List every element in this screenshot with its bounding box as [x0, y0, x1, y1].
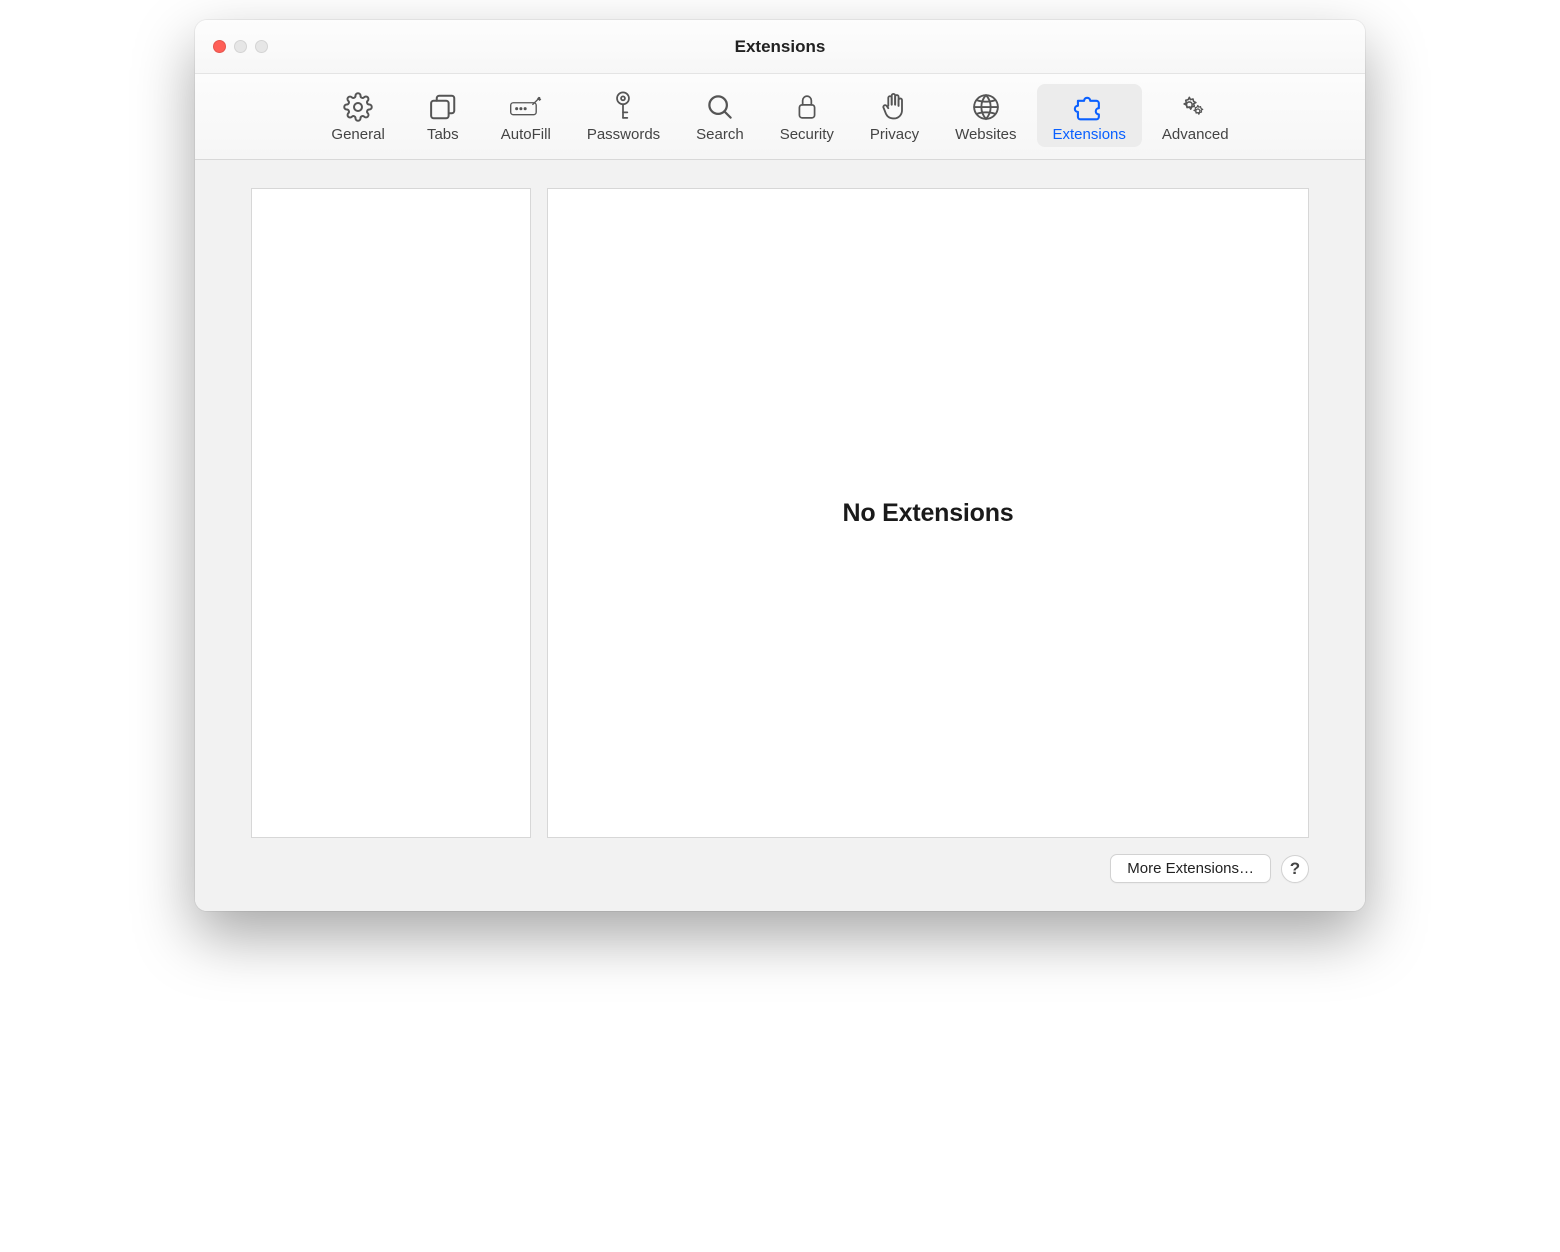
globe-icon — [969, 90, 1003, 124]
window-title: Extensions — [735, 37, 826, 57]
gears-icon — [1178, 90, 1212, 124]
hand-icon — [877, 90, 911, 124]
minimize-window-button[interactable] — [234, 40, 247, 53]
autofill-icon — [509, 90, 543, 124]
traffic-lights — [213, 40, 268, 53]
tab-search[interactable]: Search — [680, 84, 760, 147]
panels: No Extensions — [251, 188, 1309, 838]
tab-websites[interactable]: Websites — [939, 84, 1032, 147]
empty-state-message: No Extensions — [842, 499, 1013, 528]
tab-passwords[interactable]: Passwords — [571, 84, 676, 147]
tab-label: Extensions — [1053, 126, 1126, 143]
preferences-window: Extensions General Tabs AutoFill — [195, 20, 1365, 911]
tab-tabs[interactable]: Tabs — [405, 84, 481, 147]
tab-label: AutoFill — [501, 126, 551, 143]
search-icon — [703, 90, 737, 124]
close-window-button[interactable] — [213, 40, 226, 53]
key-icon — [606, 90, 640, 124]
lock-icon — [790, 90, 824, 124]
tab-autofill[interactable]: AutoFill — [485, 84, 567, 147]
preferences-toolbar: General Tabs AutoFill Passwords — [195, 74, 1365, 160]
extensions-detail-panel: No Extensions — [547, 188, 1309, 838]
tab-security[interactable]: Security — [764, 84, 850, 147]
tab-label: Security — [780, 126, 834, 143]
tab-label: Search — [696, 126, 744, 143]
bottom-row: More Extensions… ? — [251, 838, 1309, 887]
tab-general[interactable]: General — [315, 84, 400, 147]
tab-label: General — [331, 126, 384, 143]
tab-label: Privacy — [870, 126, 919, 143]
tab-advanced[interactable]: Advanced — [1146, 84, 1245, 147]
puzzle-icon — [1072, 90, 1106, 124]
titlebar: Extensions — [195, 20, 1365, 74]
tab-extensions[interactable]: Extensions — [1037, 84, 1142, 147]
tab-privacy[interactable]: Privacy — [854, 84, 935, 147]
tab-label: Passwords — [587, 126, 660, 143]
help-button[interactable]: ? — [1281, 855, 1309, 883]
gear-icon — [341, 90, 375, 124]
zoom-window-button[interactable] — [255, 40, 268, 53]
tab-label: Tabs — [427, 126, 459, 143]
extensions-sidebar[interactable] — [251, 188, 531, 838]
tab-label: Advanced — [1162, 126, 1229, 143]
more-extensions-button[interactable]: More Extensions… — [1110, 854, 1271, 883]
tabs-icon — [426, 90, 460, 124]
tab-label: Websites — [955, 126, 1016, 143]
content-area: No Extensions More Extensions… ? — [195, 160, 1365, 911]
